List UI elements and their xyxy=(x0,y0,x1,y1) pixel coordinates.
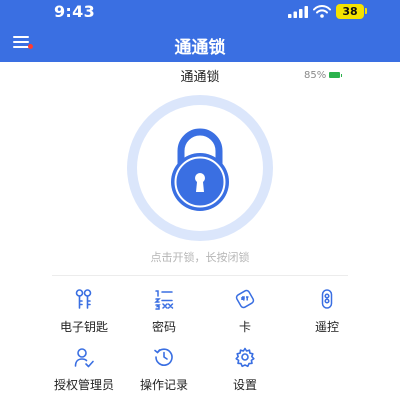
feature-remote[interactable]: 遥控 xyxy=(287,288,367,335)
keypad-icon xyxy=(154,290,174,310)
feature-card[interactable]: 卡 xyxy=(205,288,285,335)
page-title: 通通锁 xyxy=(174,38,226,58)
feature-label: 操作记录 xyxy=(139,378,188,392)
navigation-bar: 通通锁 xyxy=(0,26,400,62)
lock-hint-text: 点击开锁，长按闭锁 xyxy=(150,251,250,264)
lock-battery-percent: 85% xyxy=(304,69,327,81)
divider xyxy=(52,275,348,276)
feature-label: 电子钥匙 xyxy=(59,320,108,334)
gear-icon xyxy=(235,347,255,368)
feature-label: 密码 xyxy=(151,320,176,334)
key-icon xyxy=(75,289,92,309)
feature-electronic-key[interactable]: 电子钥匙 xyxy=(44,288,124,335)
feature-password[interactable]: 密码 xyxy=(124,288,204,335)
phone-battery-indicator: 38 xyxy=(336,4,364,19)
feature-authorized-admin[interactable]: 授权管理员 xyxy=(44,346,124,393)
remote-icon xyxy=(321,289,333,309)
padlock-icon xyxy=(171,128,229,211)
feature-label: 遥控 xyxy=(314,320,339,334)
status-bar: 9:43 38 xyxy=(0,0,400,26)
battery-nub xyxy=(365,8,367,14)
status-time: 9:43 xyxy=(54,2,95,21)
history-icon xyxy=(154,348,173,366)
wifi-icon xyxy=(313,5,331,18)
lock-battery-status: 85% xyxy=(304,69,343,81)
feature-settings[interactable]: 设置 xyxy=(205,346,285,393)
battery-icon xyxy=(329,72,343,78)
card-icon xyxy=(235,289,255,309)
cellular-signal-icon xyxy=(288,6,308,18)
feature-operation-log[interactable]: 操作记录 xyxy=(124,346,204,393)
feature-label: 授权管理员 xyxy=(53,378,114,392)
feature-label: 设置 xyxy=(232,378,257,392)
feature-label: 卡 xyxy=(238,320,251,334)
top-bar: 9:43 38 通通锁 xyxy=(0,0,400,62)
admin-icon xyxy=(74,348,94,368)
